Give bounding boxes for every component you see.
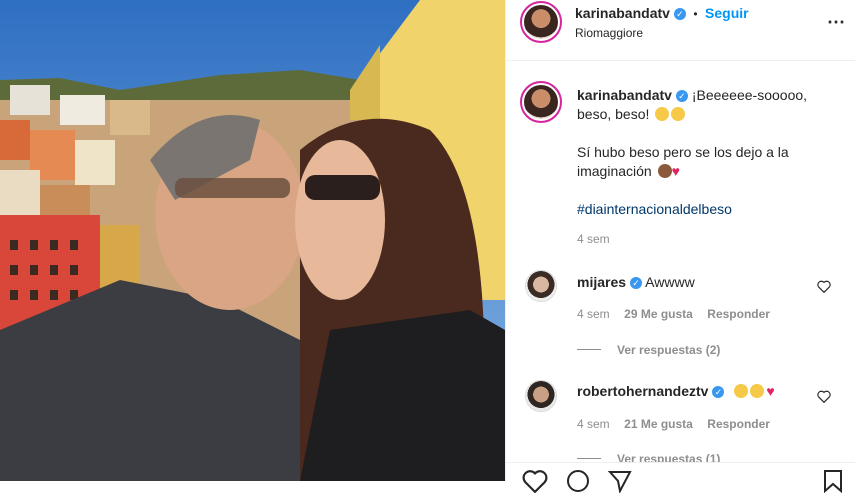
red-heart-emoji-icon: ♥ bbox=[766, 383, 775, 399]
reply-button[interactable]: Responder bbox=[707, 307, 770, 321]
comment-1-meta: 4 sem 29 Me gusta Responder bbox=[577, 305, 770, 323]
comment-likes[interactable]: 29 Me gusta bbox=[624, 307, 693, 321]
comment-time[interactable]: 4 sem bbox=[577, 307, 610, 321]
post-image bbox=[0, 0, 505, 481]
separator-dot: • bbox=[693, 7, 698, 21]
comment-1: mijares ✓ Awwww bbox=[577, 273, 695, 292]
joy-emoji-icon bbox=[671, 107, 686, 121]
red-heart-emoji-icon: ♥ bbox=[671, 163, 680, 179]
caption-text-1: ¡Beeeeee-sooooo, bbox=[691, 87, 808, 103]
divider-line bbox=[577, 349, 601, 351]
comment-2-meta: 4 sem 21 Me gusta Responder bbox=[577, 415, 770, 433]
caption-text-3: Sí hubo beso pero se los dejo a la bbox=[577, 144, 789, 160]
commenter-avatar[interactable] bbox=[525, 380, 557, 412]
comment-icon[interactable] bbox=[566, 469, 590, 493]
caption: karinabandatv ✓ ¡Beeeeee-sooooo, beso, be… bbox=[577, 86, 842, 219]
view-replies-label[interactable]: Ver respuestas (2) bbox=[617, 343, 720, 357]
header-user-line: karinabandatv ✓ • Seguir bbox=[575, 5, 749, 23]
follow-button[interactable]: Seguir bbox=[705, 5, 749, 21]
see-no-evil-monkey-emoji-icon bbox=[657, 164, 672, 178]
author-avatar[interactable] bbox=[520, 1, 562, 43]
post-details-panel: karinabandatv ✓ • Seguir Riomaggiore ⋯ ka… bbox=[505, 0, 855, 493]
action-bar bbox=[506, 462, 855, 493]
post-author-name[interactable]: karinabandatv bbox=[575, 5, 670, 21]
heart-icon[interactable] bbox=[817, 280, 831, 293]
caption-hashtag[interactable]: #diainternacionaldelbeso bbox=[577, 200, 842, 219]
raising-hands-emoji-icon bbox=[750, 384, 765, 398]
like-heart-icon[interactable] bbox=[522, 469, 548, 493]
rofl-emoji-icon bbox=[655, 107, 670, 121]
comment-author-name[interactable]: robertohernandeztv bbox=[577, 383, 708, 399]
commenter-avatar[interactable] bbox=[525, 270, 557, 302]
view-replies-1[interactable]: Ver respuestas (2) bbox=[577, 341, 720, 359]
more-options-icon[interactable]: ⋯ bbox=[827, 12, 846, 33]
post-header: karinabandatv ✓ • Seguir Riomaggiore ⋯ bbox=[506, 0, 855, 61]
comment-time[interactable]: 4 sem bbox=[577, 417, 610, 431]
verified-icon: ✓ bbox=[675, 90, 688, 102]
caption-author-avatar[interactable] bbox=[520, 81, 562, 123]
caption-author-name[interactable]: karinabandatv bbox=[577, 87, 672, 103]
divider-line bbox=[577, 458, 601, 460]
comment-2: robertohernandeztv ✓ ♥ bbox=[577, 382, 775, 401]
post-photo[interactable] bbox=[0, 0, 505, 481]
raising-hands-emoji-icon bbox=[734, 384, 749, 398]
reply-button[interactable]: Responder bbox=[707, 417, 770, 431]
post-location[interactable]: Riomaggiore bbox=[575, 26, 643, 40]
caption-text-2: beso, beso! bbox=[577, 106, 650, 122]
share-icon[interactable] bbox=[608, 469, 632, 493]
comment-likes[interactable]: 21 Me gusta bbox=[624, 417, 693, 431]
comment-text: Awwww bbox=[645, 274, 695, 290]
caption-text-4: imaginación bbox=[577, 163, 652, 179]
comment-author-name[interactable]: mijares bbox=[577, 274, 626, 290]
verified-icon: ✓ bbox=[673, 8, 686, 20]
save-icon[interactable] bbox=[822, 469, 844, 493]
heart-icon[interactable] bbox=[817, 390, 831, 403]
verified-icon: ✓ bbox=[712, 386, 725, 398]
caption-time[interactable]: 4 sem bbox=[577, 232, 610, 246]
verified-icon: ✓ bbox=[630, 277, 643, 289]
